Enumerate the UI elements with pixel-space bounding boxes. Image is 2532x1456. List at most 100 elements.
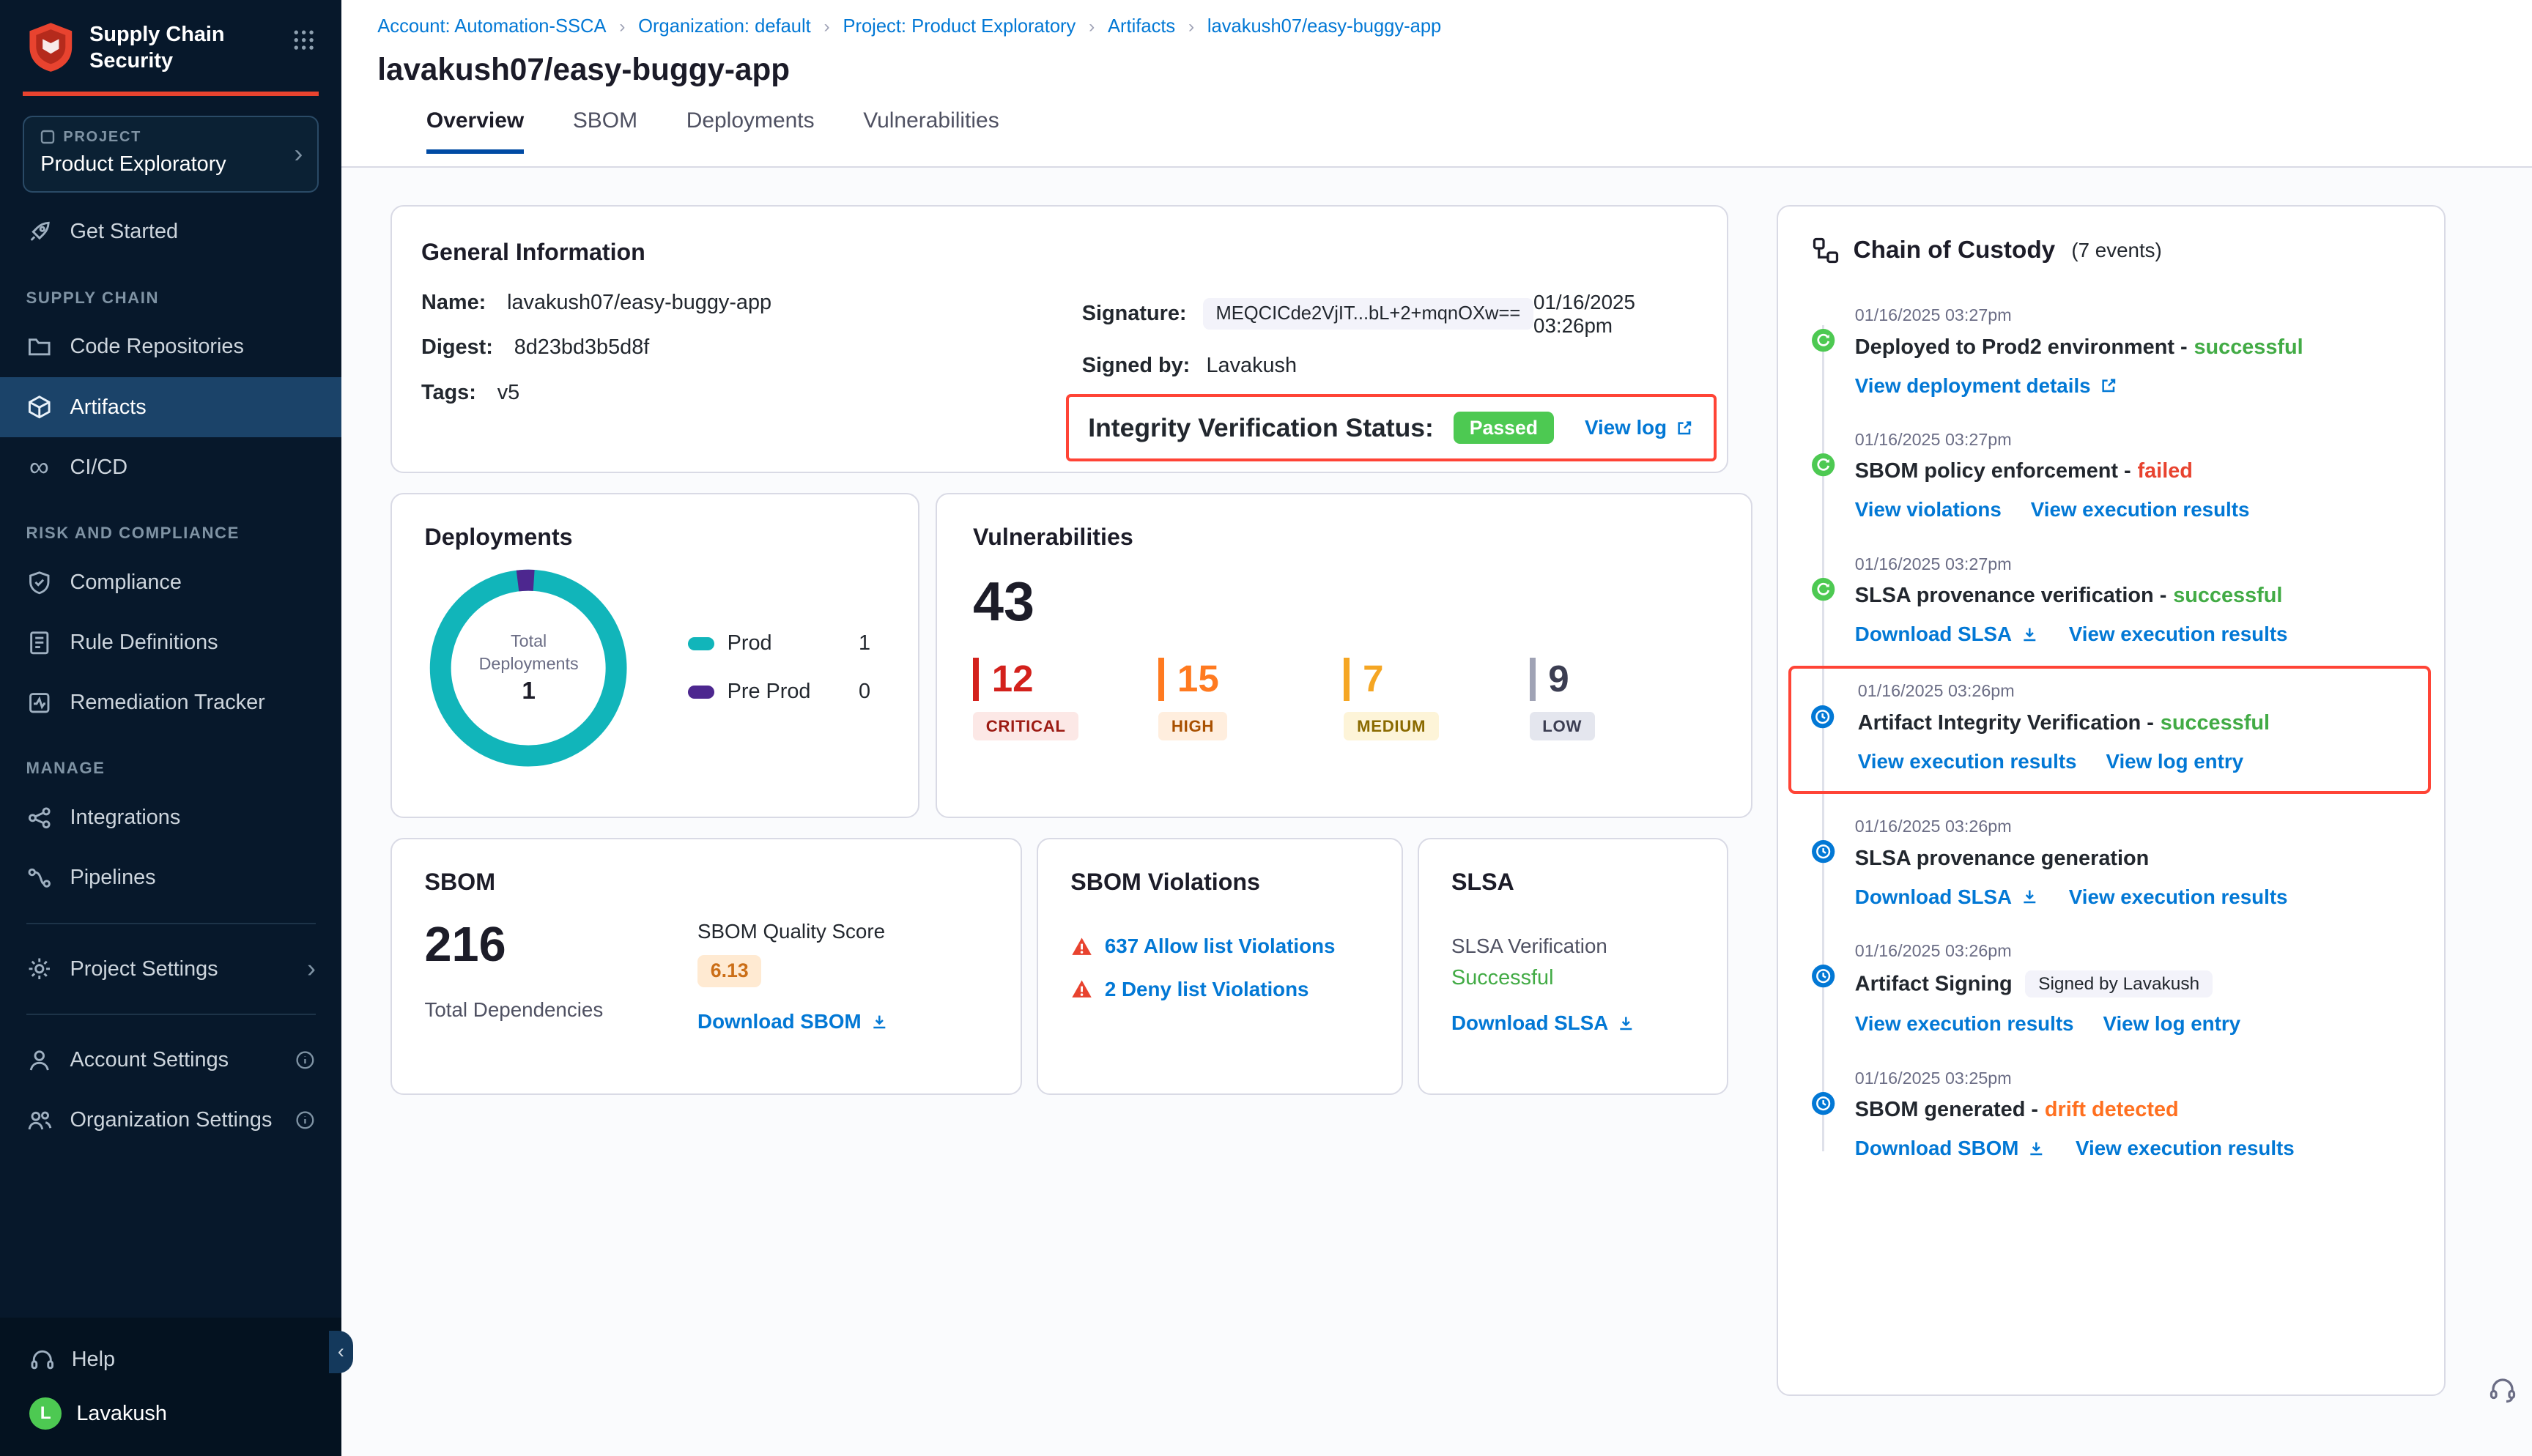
sbom-total-label: Total Dependencies [424, 998, 603, 1022]
sidebar-item-remediation-tracker[interactable]: Remediation Tracker [0, 673, 341, 733]
module-grid-icon[interactable] [292, 28, 316, 59]
nav-section-risk-compliance: RISK AND COMPLIANCE [0, 497, 341, 552]
timeline-event-artifact-integrity annotation-highlight: 01/16/2025 03:26pm Artifact Integrity Ve… [1788, 666, 2432, 794]
download-slsa-link[interactable]: Download SLSA [1855, 623, 2040, 646]
status-drift-detected: drift detected [2045, 1098, 2179, 1121]
timeline-event-sbom-policy: 01/16/2025 03:27pm SBOM policy enforceme… [1811, 430, 2412, 521]
sbom-violations-card: SBOM Violations 637 Allow list Violation… [1037, 838, 1403, 1095]
headset-icon [29, 1347, 56, 1373]
signed-by-label: Signed by: [1082, 354, 1191, 378]
deny-list-violations-link[interactable]: 2 Deny list Violations [1105, 978, 1309, 1001]
breadcrumb-separator: › [1188, 17, 1194, 37]
view-execution-results-link[interactable]: View execution results [2069, 885, 2288, 909]
sidebar-item-compliance[interactable]: Compliance [0, 552, 341, 612]
sidebar-item-account-settings[interactable]: Account Settings [0, 1030, 341, 1090]
external-link-icon [2099, 376, 2119, 395]
user-menu[interactable]: L Lavakush [0, 1383, 341, 1430]
deny-list-violations-row: 2 Deny list Violations [1070, 978, 1369, 1001]
sidebar-item-get-started[interactable]: Get Started [0, 202, 341, 262]
tab-bar: Overview SBOM Deployments Vulnerabilitie… [426, 108, 2532, 154]
severity-row: 12 CRITICAL 15 HIGH 7 MEDIUM [973, 658, 1715, 741]
chain-of-custody-card: Chain of Custody (7 events) 01/16/2025 0… [1777, 205, 2446, 1396]
deployments-card: Deployments Total Deployments 1 [390, 493, 919, 818]
app-title: Supply Chain Security [89, 21, 239, 74]
cube-icon [26, 394, 53, 420]
sidebar-item-artifacts[interactable]: Artifacts [0, 377, 341, 437]
general-information-card: General Information Name:lavakush07/easy… [390, 205, 1728, 473]
breadcrumb-account[interactable]: Account: Automation-SSCA [377, 16, 606, 37]
sidebar-collapse-handle[interactable]: ‹ [329, 1331, 353, 1373]
tab-deployments[interactable]: Deployments [686, 108, 815, 154]
sidebar-item-organization-settings[interactable]: Organization Settings [0, 1091, 341, 1151]
user-name: Lavakush [76, 1402, 167, 1426]
status-successful: successful [2161, 711, 2270, 735]
sidebar-item-code-repositories[interactable]: Code Repositories [0, 317, 341, 377]
view-log-entry-link[interactable]: View log entry [2103, 1012, 2240, 1036]
donut-total-value: 1 [522, 677, 536, 705]
project-selector[interactable]: PROJECT Product Exploratory › [23, 116, 319, 192]
sbom-quality-score: 6.13 [697, 955, 761, 987]
view-execution-results-link[interactable]: View execution results [2076, 1137, 2295, 1160]
download-slsa-link[interactable]: Download SLSA [1451, 1011, 1636, 1035]
breadcrumb-organization[interactable]: Organization: default [638, 16, 811, 37]
download-icon [1616, 1014, 1636, 1033]
sidebar-item-pipelines[interactable]: Pipelines [0, 848, 341, 908]
allow-list-violations-row: 637 Allow list Violations [1070, 935, 1369, 958]
tab-overview[interactable]: Overview [426, 108, 524, 154]
left-column: General Information Name:lavakush07/easy… [390, 205, 1728, 1456]
page-title: lavakush07/easy-buggy-app [377, 52, 2532, 87]
card-title: SBOM [424, 869, 988, 896]
view-execution-results-link[interactable]: View execution results [2069, 623, 2288, 646]
breadcrumb-artifacts[interactable]: Artifacts [1108, 16, 1175, 37]
pipelines-icon [26, 865, 53, 891]
tab-vulnerabilities[interactable]: Vulnerabilities [863, 108, 999, 154]
nav-section-manage: MANAGE [0, 733, 341, 788]
timeline-event-deployed: 01/16/2025 03:27pm Deployed to Prod2 env… [1811, 305, 2412, 397]
severity-medium: 7 MEDIUM [1344, 658, 1451, 741]
vulnerabilities-card: Vulnerabilities 43 12 CRITICAL 15 HIGH [936, 493, 1752, 818]
support-headset-icon[interactable] [2488, 1375, 2517, 1411]
breadcrumb-project[interactable]: Project: Product Exploratory [843, 16, 1076, 37]
view-violations-link[interactable]: View violations [1855, 498, 2002, 521]
allow-list-violations-link[interactable]: 637 Allow list Violations [1105, 935, 1336, 958]
help-button[interactable]: Help [0, 1337, 341, 1383]
sidebar-item-project-settings[interactable]: Project Settings › [0, 939, 341, 999]
sidebar-item-cicd[interactable]: ∞ CI/CD [0, 437, 341, 497]
download-slsa-link[interactable]: Download SLSA [1855, 885, 2040, 909]
artifact-digest: 8d23bd3b5d8f [514, 335, 650, 360]
timeline-event-slsa-verification: 01/16/2025 03:27pm SLSA provenance verif… [1811, 554, 2412, 646]
signed-by-badge: Signed by Lavakush [2025, 970, 2212, 998]
app-root: Supply Chain Security PROJECT Product Ex… [0, 0, 2532, 1456]
tab-sbom[interactable]: SBOM [573, 108, 637, 154]
view-log-entry-link[interactable]: View log entry [2106, 750, 2243, 773]
status-successful: successful [2194, 335, 2303, 359]
nav-section-supply-chain: SUPPLY CHAIN [0, 262, 341, 317]
view-execution-results-link[interactable]: View execution results [2031, 498, 2250, 521]
breadcrumb-current[interactable]: lavakush07/easy-buggy-app [1207, 16, 1441, 37]
artifact-name: lavakush07/easy-buggy-app [507, 291, 771, 315]
shield-check-icon [26, 570, 53, 596]
signature-value-chip: MEQCICde2VjIT...bL+2+mqnOXw== [1203, 298, 1533, 329]
view-log-link[interactable]: View log [1585, 416, 1695, 439]
card-title: Vulnerabilities [973, 524, 1715, 551]
sidebar-item-rule-definitions[interactable]: Rule Definitions [0, 612, 341, 672]
signature-label: Signature: [1082, 302, 1187, 326]
verify-event-icon [1811, 577, 1835, 601]
chain-of-custody-title: Chain of Custody [1854, 237, 2056, 264]
download-sbom-link[interactable]: Download SBOM [1855, 1137, 2046, 1160]
artifact-tags: v5 [497, 381, 519, 405]
breadcrumb-separator: › [1089, 17, 1095, 37]
legend-item-prod: Prod 1 [688, 631, 870, 655]
view-execution-results-link[interactable]: View execution results [1858, 750, 2077, 773]
sidebar-footer: Help L Lavakush [0, 1318, 341, 1456]
document-icon [26, 630, 53, 656]
download-sbom-link[interactable]: Download SBOM [697, 1010, 889, 1033]
sbom-card: SBOM 216 Total Dependencies SBOM Quality… [390, 838, 1022, 1095]
view-deployment-details-link[interactable]: View deployment details [1855, 374, 2119, 398]
sitemap-icon [1811, 236, 1840, 265]
signature-date: 01/16/2025 03:26pm [1533, 291, 1698, 338]
view-execution-results-link[interactable]: View execution results [1855, 1012, 2074, 1036]
sidebar-item-integrations[interactable]: Integrations [0, 788, 341, 848]
timeline-event-artifact-signing: 01/16/2025 03:26pm Artifact SigningSigne… [1811, 941, 2412, 1036]
sbom-total: 216 [424, 917, 603, 973]
